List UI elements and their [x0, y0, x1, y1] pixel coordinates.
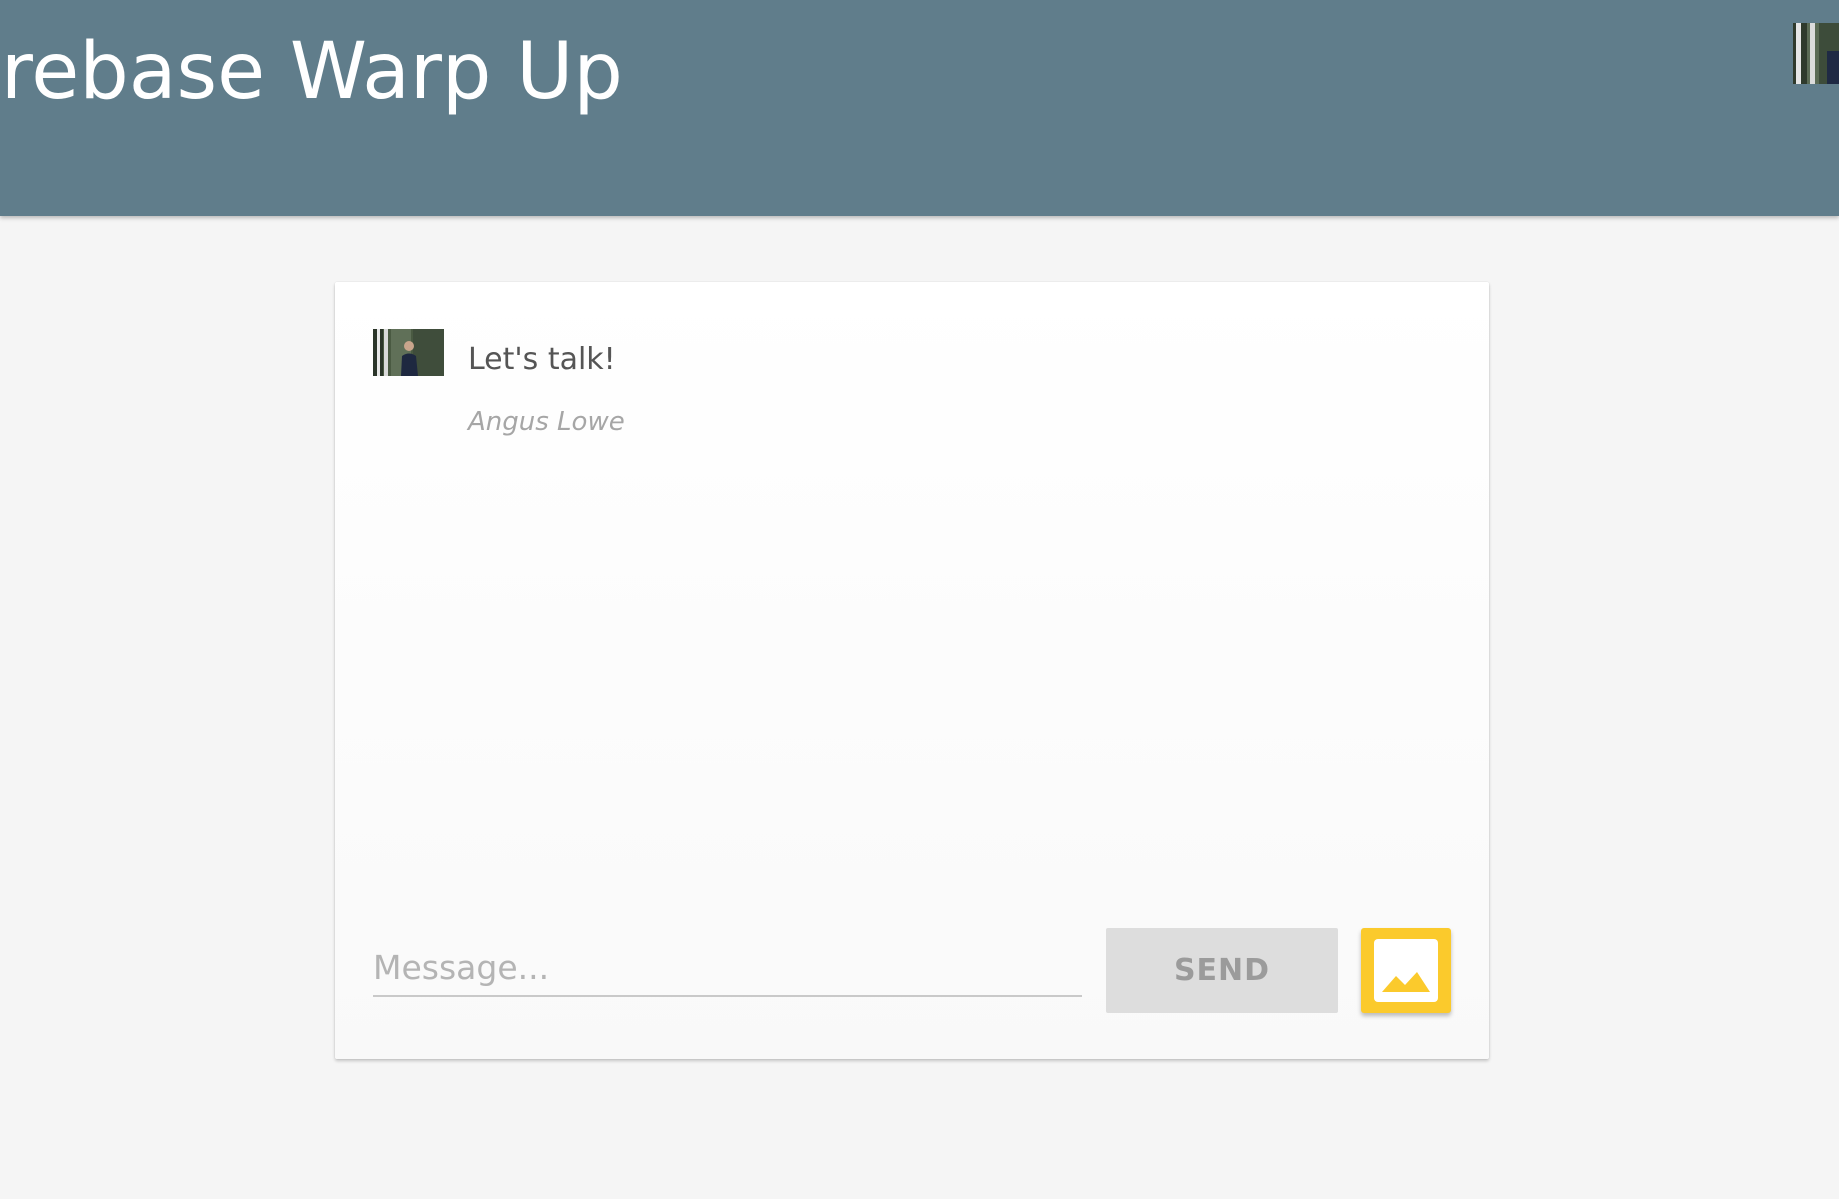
- chat-card: Let's talk! Angus Lowe SEND: [335, 282, 1489, 1059]
- upload-image-button[interactable]: [1361, 928, 1451, 1013]
- message-avatar: [373, 329, 444, 376]
- message-author: Angus Lowe: [468, 407, 625, 437]
- message-text: Let's talk!: [468, 342, 616, 377]
- send-button[interactable]: SEND: [1106, 928, 1338, 1013]
- image-icon: [1361, 928, 1451, 1013]
- message-input[interactable]: [373, 947, 1082, 997]
- user-avatar[interactable]: [1793, 23, 1839, 84]
- app-header: Firebase Warp Up: [0, 0, 1839, 216]
- app-title: Firebase Warp Up: [0, 27, 623, 117]
